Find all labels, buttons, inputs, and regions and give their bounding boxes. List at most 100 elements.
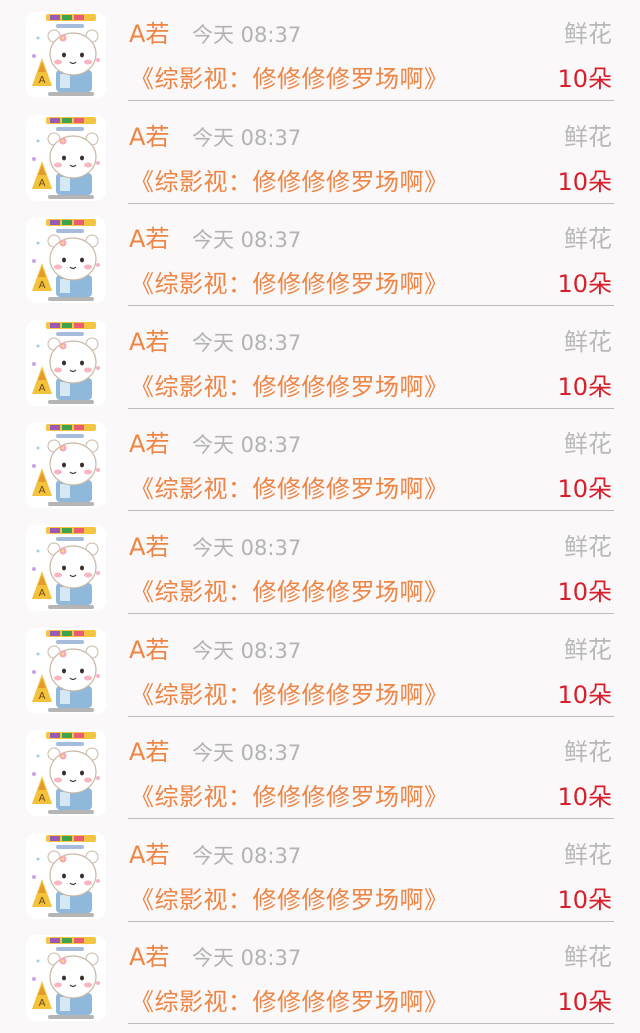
timestamp: 今天 08:37 — [192, 843, 302, 868]
timestamp: 今天 08:37 — [192, 433, 302, 458]
sender-name[interactable]: A若 — [129, 943, 169, 971]
gift-type-label: 鲜花 — [564, 532, 612, 561]
timestamp: 今天 08:37 — [192, 125, 302, 150]
sender-name[interactable]: A若 — [129, 328, 169, 356]
gift-type-label: 鲜花 — [564, 635, 612, 664]
work-title[interactable]: 《综影视：修修修修罗场啊》 — [130, 680, 449, 710]
sender-name[interactable]: A若 — [129, 430, 169, 458]
avatar[interactable]: A — [26, 217, 106, 304]
work-title[interactable]: 《综影视：修修修修罗场啊》 — [130, 987, 449, 1017]
avatar[interactable]: A — [26, 832, 106, 919]
sender-name[interactable]: A若 — [129, 841, 169, 869]
divider — [128, 202, 614, 204]
svg-text:A: A — [39, 793, 46, 804]
divider — [128, 612, 614, 614]
gift-type-label: 鲜花 — [564, 327, 612, 356]
timestamp: 今天 08:37 — [192, 228, 302, 253]
work-title[interactable]: 《综影视：修修修修罗场啊》 — [130, 577, 449, 607]
list-item[interactable]: A A若 今天 08:37 鲜花 《综影视：修修修修罗场啊》 10朵 — [0, 927, 640, 1030]
gift-count: 10朵 — [557, 372, 612, 401]
work-title[interactable]: 《综影视：修修修修罗场啊》 — [130, 269, 449, 299]
gift-type-label: 鲜花 — [564, 20, 612, 48]
timestamp: 今天 08:37 — [192, 23, 302, 47]
divider — [128, 715, 614, 717]
divider — [128, 1023, 614, 1025]
sender-name[interactable]: A若 — [129, 738, 169, 766]
cartoon-bear-avatar-icon: A — [26, 524, 106, 611]
cartoon-bear-avatar-icon: A — [26, 832, 106, 919]
sender-name[interactable]: A若 — [129, 20, 169, 48]
cartoon-bear-avatar-icon: A — [26, 627, 106, 714]
svg-text:A: A — [39, 383, 46, 394]
avatar[interactable]: A — [26, 524, 106, 611]
timestamp: 今天 08:37 — [192, 741, 302, 766]
list-item[interactable]: A A若 今天 08:37 鲜花 《综影视：修修修修罗场啊》 10朵 — [0, 517, 640, 620]
divider — [128, 100, 614, 101]
cartoon-bear-avatar-icon: A — [26, 217, 106, 304]
gift-count: 10朵 — [557, 988, 612, 1017]
gift-type-label: 鲜花 — [564, 430, 612, 459]
work-title[interactable]: 《综影视：修修修修罗场啊》 — [130, 782, 449, 812]
svg-text:A: A — [39, 178, 46, 189]
cartoon-bear-avatar-icon: A — [26, 12, 106, 98]
sender-name[interactable]: A若 — [129, 533, 169, 561]
work-title[interactable]: 《综影视：修修修修罗场啊》 — [130, 885, 449, 915]
gift-type-label: 鲜花 — [564, 122, 612, 151]
cartoon-bear-avatar-icon: A — [26, 319, 106, 406]
timestamp: 今天 08:37 — [192, 330, 302, 355]
avatar[interactable]: A — [26, 319, 106, 406]
timestamp: 今天 08:37 — [192, 535, 302, 560]
list-item[interactable]: A A若 今天 08:37 鲜花 《综影视：修修修修罗场啊》 10朵 — [0, 4, 640, 107]
gift-count: 10朵 — [557, 167, 612, 196]
svg-text:A: A — [39, 280, 46, 291]
list-item[interactable]: A A若 今天 08:37 鲜花 《综影视：修修修修罗场啊》 10朵 — [0, 722, 640, 825]
gift-type-label: 鲜花 — [564, 738, 612, 767]
avatar[interactable]: A — [26, 114, 106, 201]
svg-text:A: A — [39, 896, 46, 907]
list-item[interactable]: A A若 今天 08:37 鲜花 《综影视：修修修修罗场啊》 10朵 — [0, 107, 640, 210]
avatar[interactable]: A — [26, 935, 106, 1022]
list-item[interactable]: A A若 今天 08:37 鲜花 《综影视：修修修修罗场啊》 10朵 — [0, 620, 640, 723]
gift-count: 10朵 — [557, 475, 612, 504]
gift-count: 10朵 — [557, 783, 612, 812]
svg-text:A: A — [39, 75, 46, 86]
work-title[interactable]: 《综影视：修修修修罗场啊》 — [130, 474, 449, 504]
svg-text:A: A — [39, 998, 46, 1009]
divider — [128, 818, 614, 820]
gift-type-label: 鲜花 — [564, 840, 612, 869]
work-title[interactable]: 《综影视：修修修修罗场啊》 — [130, 372, 449, 402]
svg-text:A: A — [39, 588, 46, 599]
timestamp: 今天 08:37 — [192, 638, 302, 663]
sender-name[interactable]: A若 — [129, 123, 169, 151]
svg-text:A: A — [39, 691, 46, 702]
divider — [128, 510, 614, 512]
list-item[interactable]: A A若 今天 08:37 鲜花 《综影视：修修修修罗场啊》 10朵 — [0, 414, 640, 517]
avatar[interactable]: A — [26, 422, 106, 509]
avatar[interactable]: A — [26, 12, 106, 98]
avatar[interactable]: A — [26, 730, 106, 817]
sender-name[interactable]: A若 — [129, 636, 169, 664]
divider — [128, 920, 614, 922]
cartoon-bear-avatar-icon: A — [26, 730, 106, 817]
list-item[interactable]: A A若 今天 08:37 鲜花 《综影视：修修修修罗场啊》 10朵 — [0, 312, 640, 415]
gift-record-list: A A若 今天 08:37 鲜花 《综影视：修修修修罗场啊》 10朵 A A若 … — [0, 0, 640, 1033]
avatar[interactable]: A — [26, 627, 106, 714]
gift-count: 10朵 — [557, 270, 612, 299]
gift-count: 10朵 — [557, 65, 612, 93]
cartoon-bear-avatar-icon: A — [26, 114, 106, 201]
gift-type-label: 鲜花 — [564, 225, 612, 254]
svg-text:A: A — [39, 485, 46, 496]
cartoon-bear-avatar-icon: A — [26, 422, 106, 509]
work-title[interactable]: 《综影视：修修修修罗场啊》 — [130, 64, 449, 94]
divider — [128, 407, 614, 409]
gift-type-label: 鲜花 — [564, 943, 612, 972]
gift-count: 10朵 — [557, 680, 612, 709]
work-title[interactable]: 《综影视：修修修修罗场啊》 — [130, 167, 449, 197]
sender-name[interactable]: A若 — [129, 225, 169, 253]
gift-count: 10朵 — [557, 577, 612, 606]
cartoon-bear-avatar-icon: A — [26, 935, 106, 1022]
list-item[interactable]: A A若 今天 08:37 鲜花 《综影视：修修修修罗场啊》 10朵 — [0, 209, 640, 312]
list-item[interactable]: A A若 今天 08:37 鲜花 《综影视：修修修修罗场啊》 10朵 — [0, 825, 640, 928]
gift-count: 10朵 — [557, 885, 612, 914]
timestamp: 今天 08:37 — [192, 946, 302, 971]
